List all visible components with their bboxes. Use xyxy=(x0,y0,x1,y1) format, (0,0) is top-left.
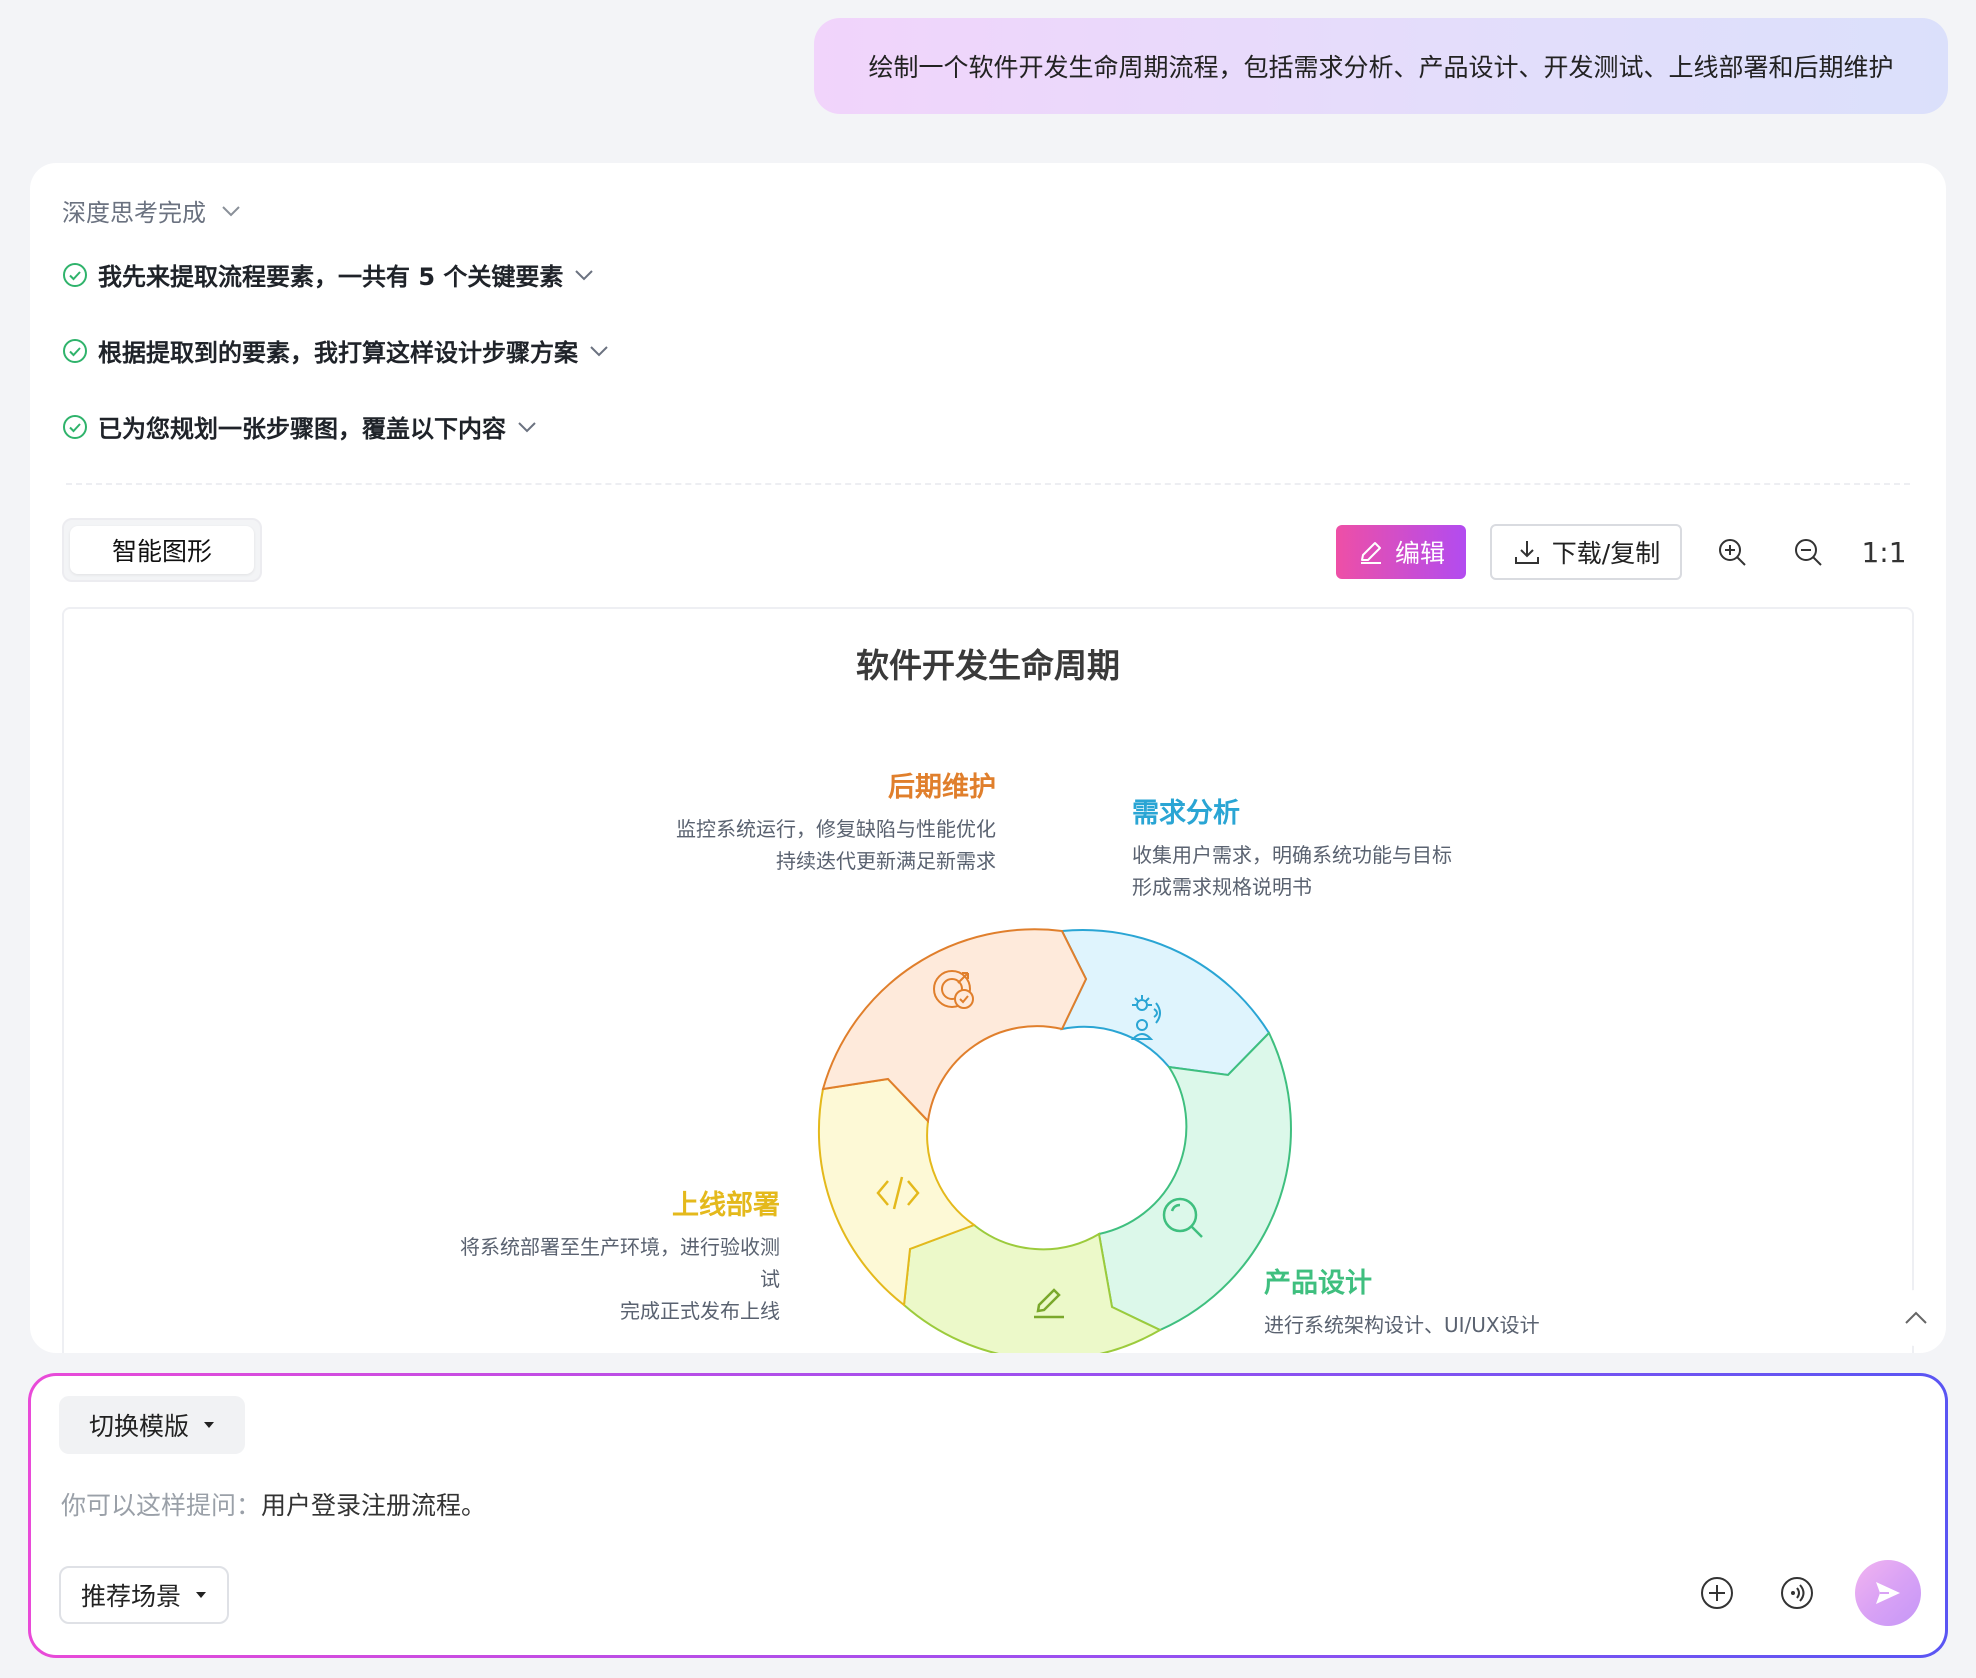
thinking-step-label: 我先来提取流程要素，一共有 5 个关键要素 xyxy=(98,263,564,291)
chevron-up-icon xyxy=(1905,1311,1927,1324)
edit-button[interactable]: 编辑 xyxy=(1336,525,1466,579)
thinking-step-label: 根据提取到的要素，我打算这样设计步骤方案 xyxy=(98,339,578,367)
recommended-scenes-button[interactable]: 推荐场景 xyxy=(59,1566,229,1624)
switch-template-label: 切换模版 xyxy=(88,1412,189,1441)
response-card: 深度思考完成 我先来提取流程要素，一共有 5 个关键要素 根据提取到的要素，我打… xyxy=(30,163,1946,1353)
view-tabs: 智能图形 xyxy=(62,518,262,582)
thinking-step-1[interactable]: 我先来提取流程要素，一共有 5 个关键要素 xyxy=(62,257,595,292)
edit-button-label: 编辑 xyxy=(1394,539,1445,568)
check-circle-icon xyxy=(63,262,87,287)
scroll-to-top-button[interactable] xyxy=(1888,1290,1944,1346)
diagram-canvas[interactable]: 软件开发生命周期 后期维护 监控系统运行，修复缺陷与性能优化 持续迭代更新满足新… xyxy=(62,607,1914,1353)
caret-down-icon xyxy=(196,1592,206,1598)
reset-ratio-button[interactable]: 1:1 xyxy=(1858,536,1910,569)
zoom-in-icon xyxy=(1719,539,1746,566)
check-circle-icon xyxy=(63,414,87,439)
ring-segment-design xyxy=(1097,1031,1292,1332)
switch-template-button[interactable]: 切换模版 xyxy=(59,1396,245,1454)
recommended-scenes-label: 推荐场景 xyxy=(80,1582,181,1611)
check-circle-icon xyxy=(63,338,87,363)
user-message-bubble: 绘制一个软件开发生命周期流程，包括需求分析、产品设计、开发测试、上线部署和后期维… xyxy=(814,18,1948,114)
download-copy-button[interactable]: 下载/复制 xyxy=(1490,524,1682,580)
chat-composer: 切换模版 你可以这样提问：用户登录注册流程。 推荐场景 xyxy=(28,1373,1948,1658)
caret-down-icon xyxy=(204,1422,214,1428)
download-icon xyxy=(1514,541,1539,564)
send-button[interactable] xyxy=(1855,1560,1921,1626)
chevron-down-icon xyxy=(590,345,608,356)
diagram-toolbar: 编辑 下载/复制 1:1 xyxy=(1336,524,1910,580)
thinking-step-label: 已为您规划一张步骤图，覆盖以下内容 xyxy=(98,415,506,443)
zoom-out-button[interactable] xyxy=(1782,526,1834,578)
thinking-toggle[interactable]: 深度思考完成 xyxy=(62,193,242,228)
add-attachment-button[interactable] xyxy=(1697,1573,1737,1613)
chevron-down-icon xyxy=(222,205,240,216)
zoom-in-button[interactable] xyxy=(1706,526,1758,578)
pencil-icon xyxy=(1360,542,1381,564)
composer-inner: 切换模版 你可以这样提问：用户登录注册流程。 推荐场景 xyxy=(31,1376,1945,1655)
user-message-text: 绘制一个软件开发生命周期流程，包括需求分析、产品设计、开发测试、上线部署和后期维… xyxy=(868,53,1894,82)
section-divider xyxy=(66,483,1910,485)
voice-icon xyxy=(1781,1577,1813,1609)
thinking-step-3[interactable]: 已为您规划一张步骤图，覆盖以下内容 xyxy=(62,409,538,444)
prompt-input[interactable] xyxy=(61,1478,1561,1528)
thinking-header-label: 深度思考完成 xyxy=(62,199,206,227)
chevron-down-icon xyxy=(518,421,536,432)
tab-smart-graphic[interactable]: 智能图形 xyxy=(70,526,254,574)
download-button-label: 下载/复制 xyxy=(1551,539,1661,568)
lifecycle-ring xyxy=(817,928,1292,1353)
plus-circle-icon xyxy=(1701,1577,1733,1609)
thinking-step-2[interactable]: 根据提取到的要素，我打算这样设计步骤方案 xyxy=(62,333,610,368)
chevron-down-icon xyxy=(575,269,594,280)
voice-input-button[interactable] xyxy=(1777,1573,1817,1613)
send-icon xyxy=(1876,1582,1900,1604)
zoom-out-icon xyxy=(1795,539,1822,566)
ring-segment-requirements xyxy=(1060,929,1271,1077)
